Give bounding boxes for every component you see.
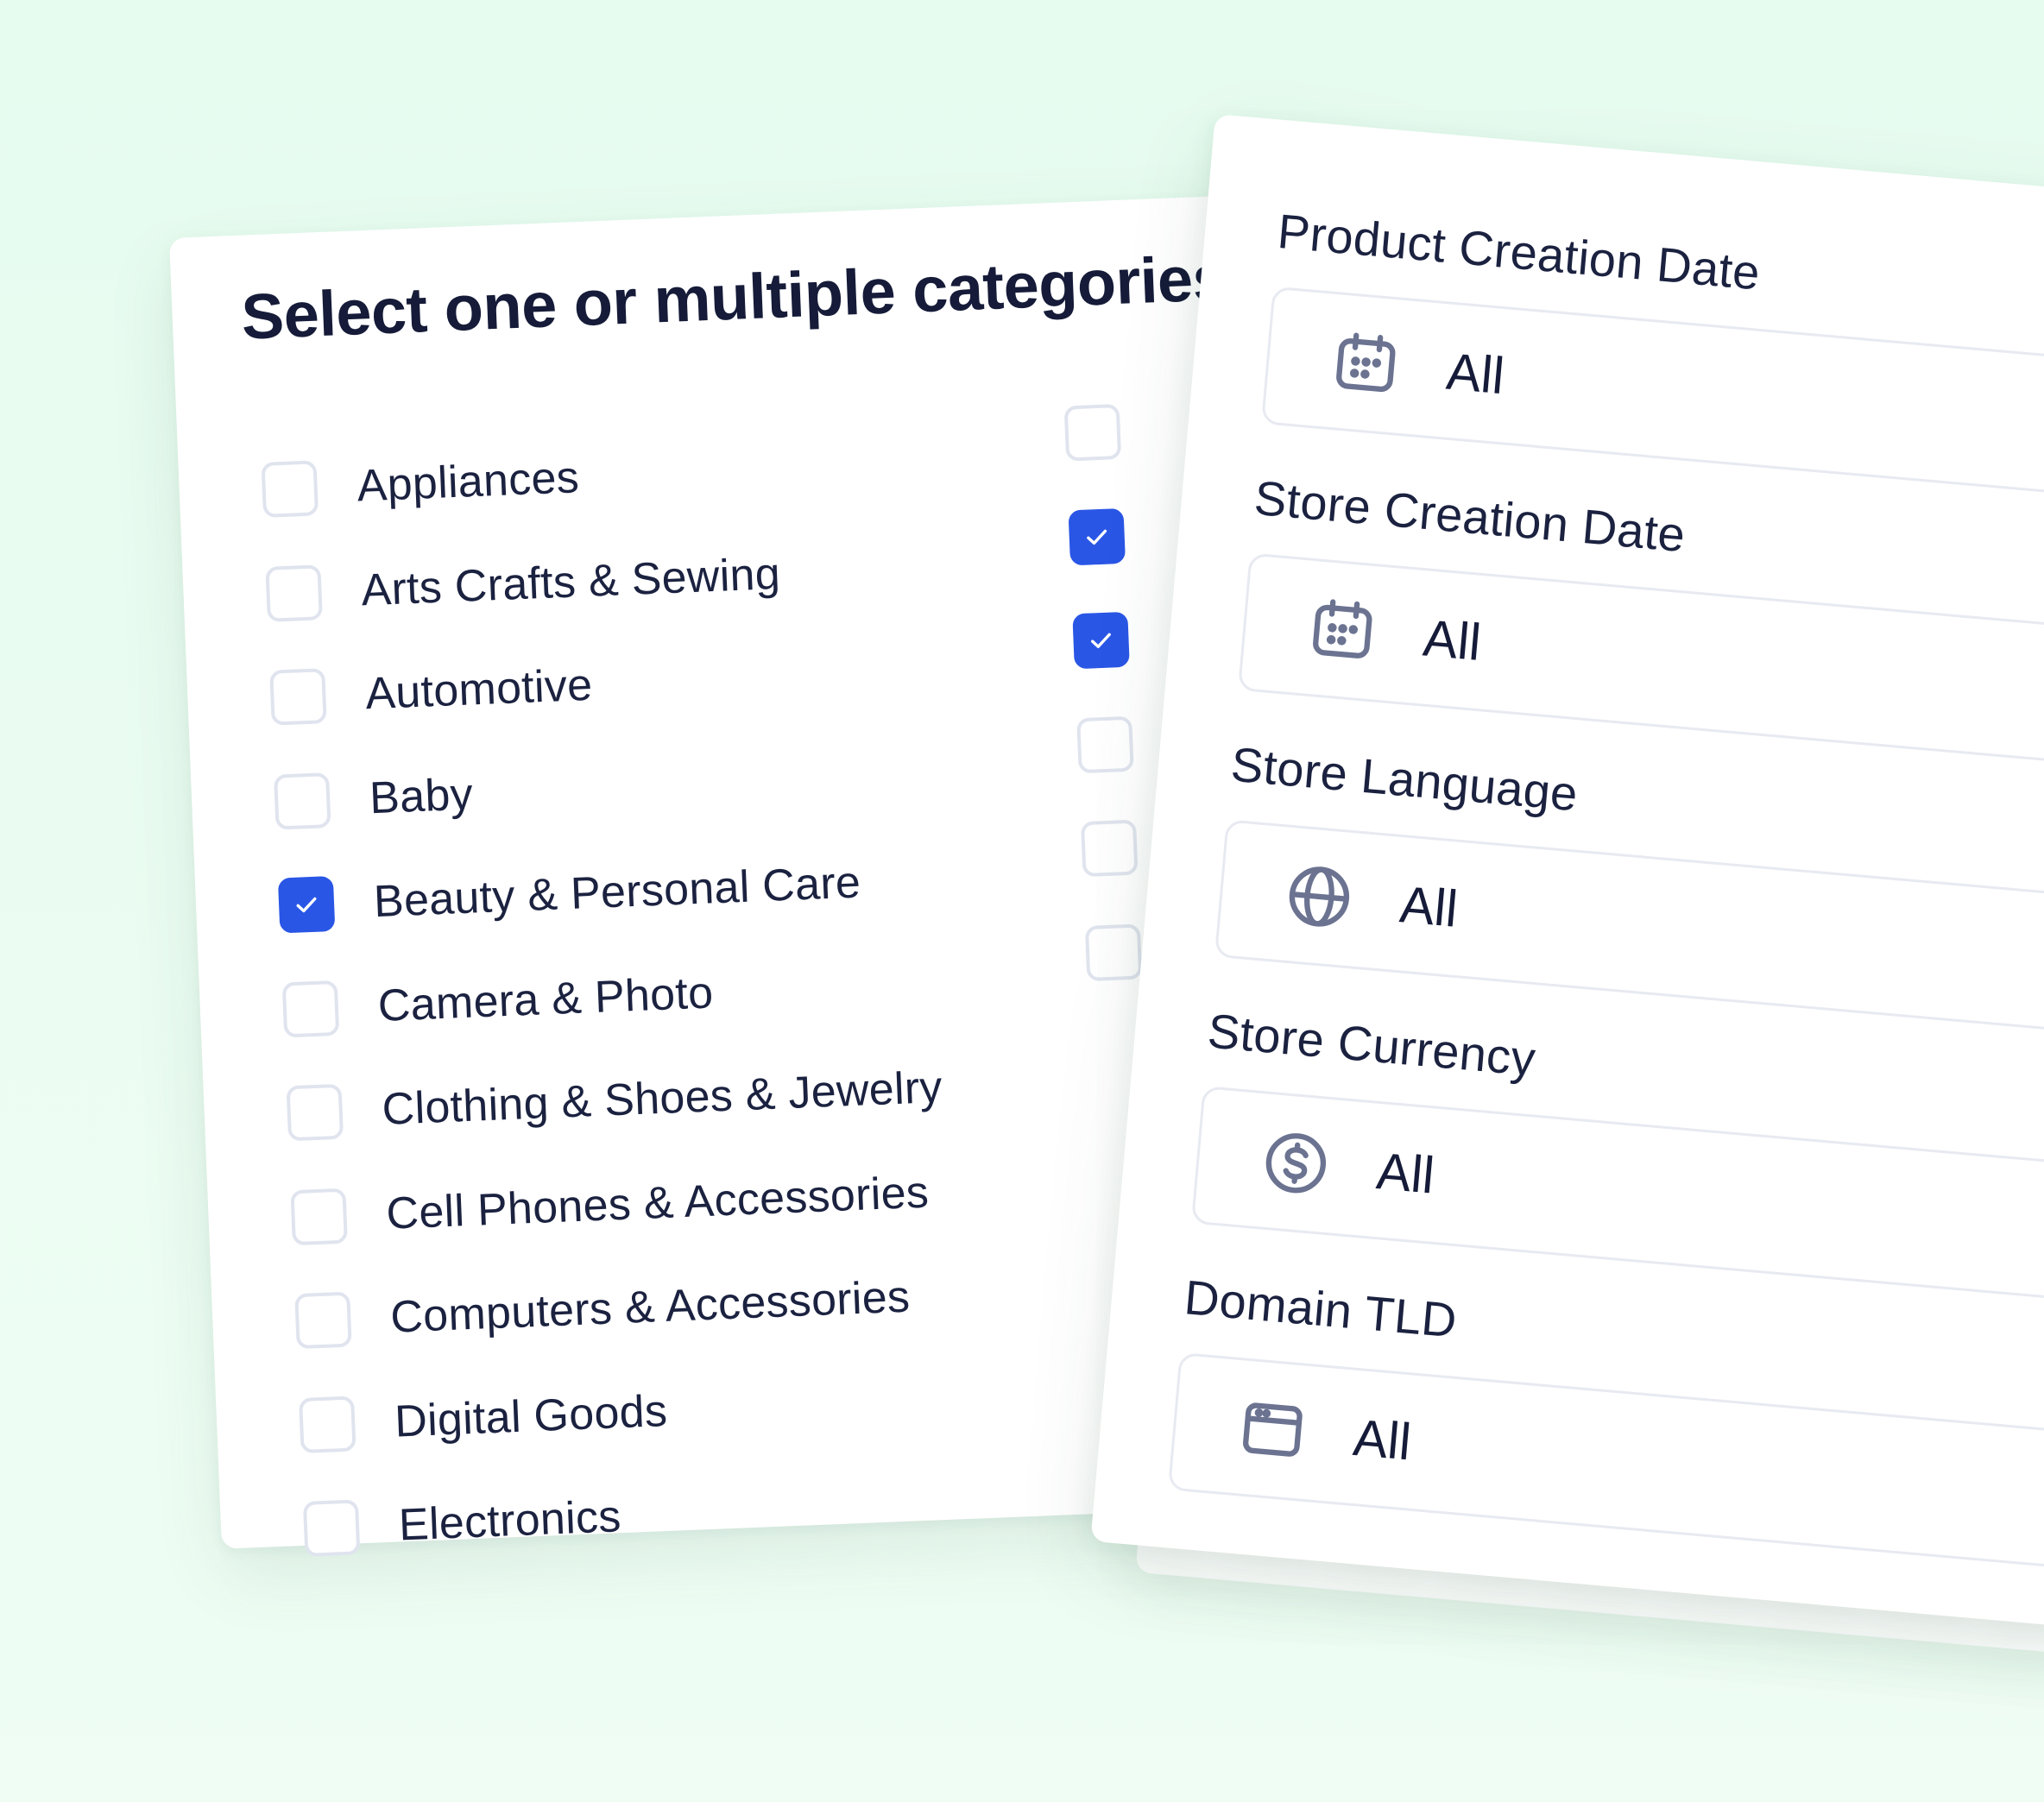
category-label: Baby (369, 769, 475, 823)
category-label: Appliances (356, 452, 581, 512)
filter-domain-tld: Domain TLD All (1167, 1269, 2044, 1580)
filter-product-creation-date: Product Creation Date All (1260, 203, 2044, 514)
globe-icon (1280, 857, 1359, 936)
calendar-icon (1303, 591, 1382, 670)
checkbox-checked[interactable] (1072, 611, 1130, 670)
checkbox[interactable] (1080, 819, 1139, 878)
filter-value: All (1374, 1141, 1437, 1205)
checkmark-icon (1090, 633, 1111, 648)
filter-store-language: Store Language All (1214, 736, 2044, 1048)
category-list: Appliances Arts Crafts & Sewing Automoti… (260, 412, 961, 1581)
filter-value: All (1444, 342, 1507, 405)
browser-window-icon (1233, 1390, 1312, 1469)
stage: Select one or multiple categories Applia… (0, 0, 2044, 1802)
category-label: Camera & Photo (376, 967, 715, 1031)
checkbox-checked[interactable] (1068, 507, 1126, 565)
checkbox[interactable] (1076, 715, 1134, 773)
category-label: Automotive (364, 660, 594, 720)
category-list-second-column (1063, 403, 1145, 1030)
filter-value: All (1397, 874, 1460, 938)
category-label: Cell Phones & Accessories (385, 1167, 931, 1239)
filter-value: All (1351, 1408, 1414, 1471)
category-label: Digital Goods (394, 1385, 669, 1447)
checkbox[interactable] (294, 1291, 352, 1350)
checkbox[interactable] (265, 564, 323, 622)
filter-value: All (1421, 608, 1484, 671)
checkbox[interactable] (281, 980, 340, 1038)
checkbox[interactable] (1063, 403, 1122, 462)
filters-card: Product Creation Date All Store Creation… (1090, 114, 2044, 1641)
checkmark-icon (1087, 529, 1107, 545)
checkbox[interactable] (290, 1188, 348, 1245)
categories-title: Select one or multiple categories (240, 241, 1229, 353)
checkbox[interactable] (302, 1499, 361, 1558)
category-label: Beauty & Personal Care (372, 857, 862, 928)
category-label: Electronics (397, 1491, 622, 1551)
checkbox[interactable] (1084, 923, 1143, 981)
checkbox[interactable] (286, 1084, 344, 1142)
checkbox[interactable] (269, 668, 327, 726)
filter-store-creation-date: Store Creation Date All (1237, 469, 2044, 781)
checkbox[interactable] (299, 1396, 356, 1453)
dollar-icon (1257, 1124, 1335, 1202)
checkbox-checked[interactable] (277, 876, 336, 934)
category-label: Clothing & Shoes & Jewelry (381, 1062, 943, 1136)
checkbox[interactable] (274, 772, 331, 830)
calendar-icon (1327, 324, 1405, 403)
category-label: Computers & Accessories (389, 1271, 912, 1343)
checkmark-icon (296, 898, 317, 913)
checkbox[interactable] (261, 460, 319, 519)
category-label: Arts Crafts & Sewing (360, 548, 782, 616)
filter-store-currency: Store Currency All (1190, 1002, 2044, 1314)
